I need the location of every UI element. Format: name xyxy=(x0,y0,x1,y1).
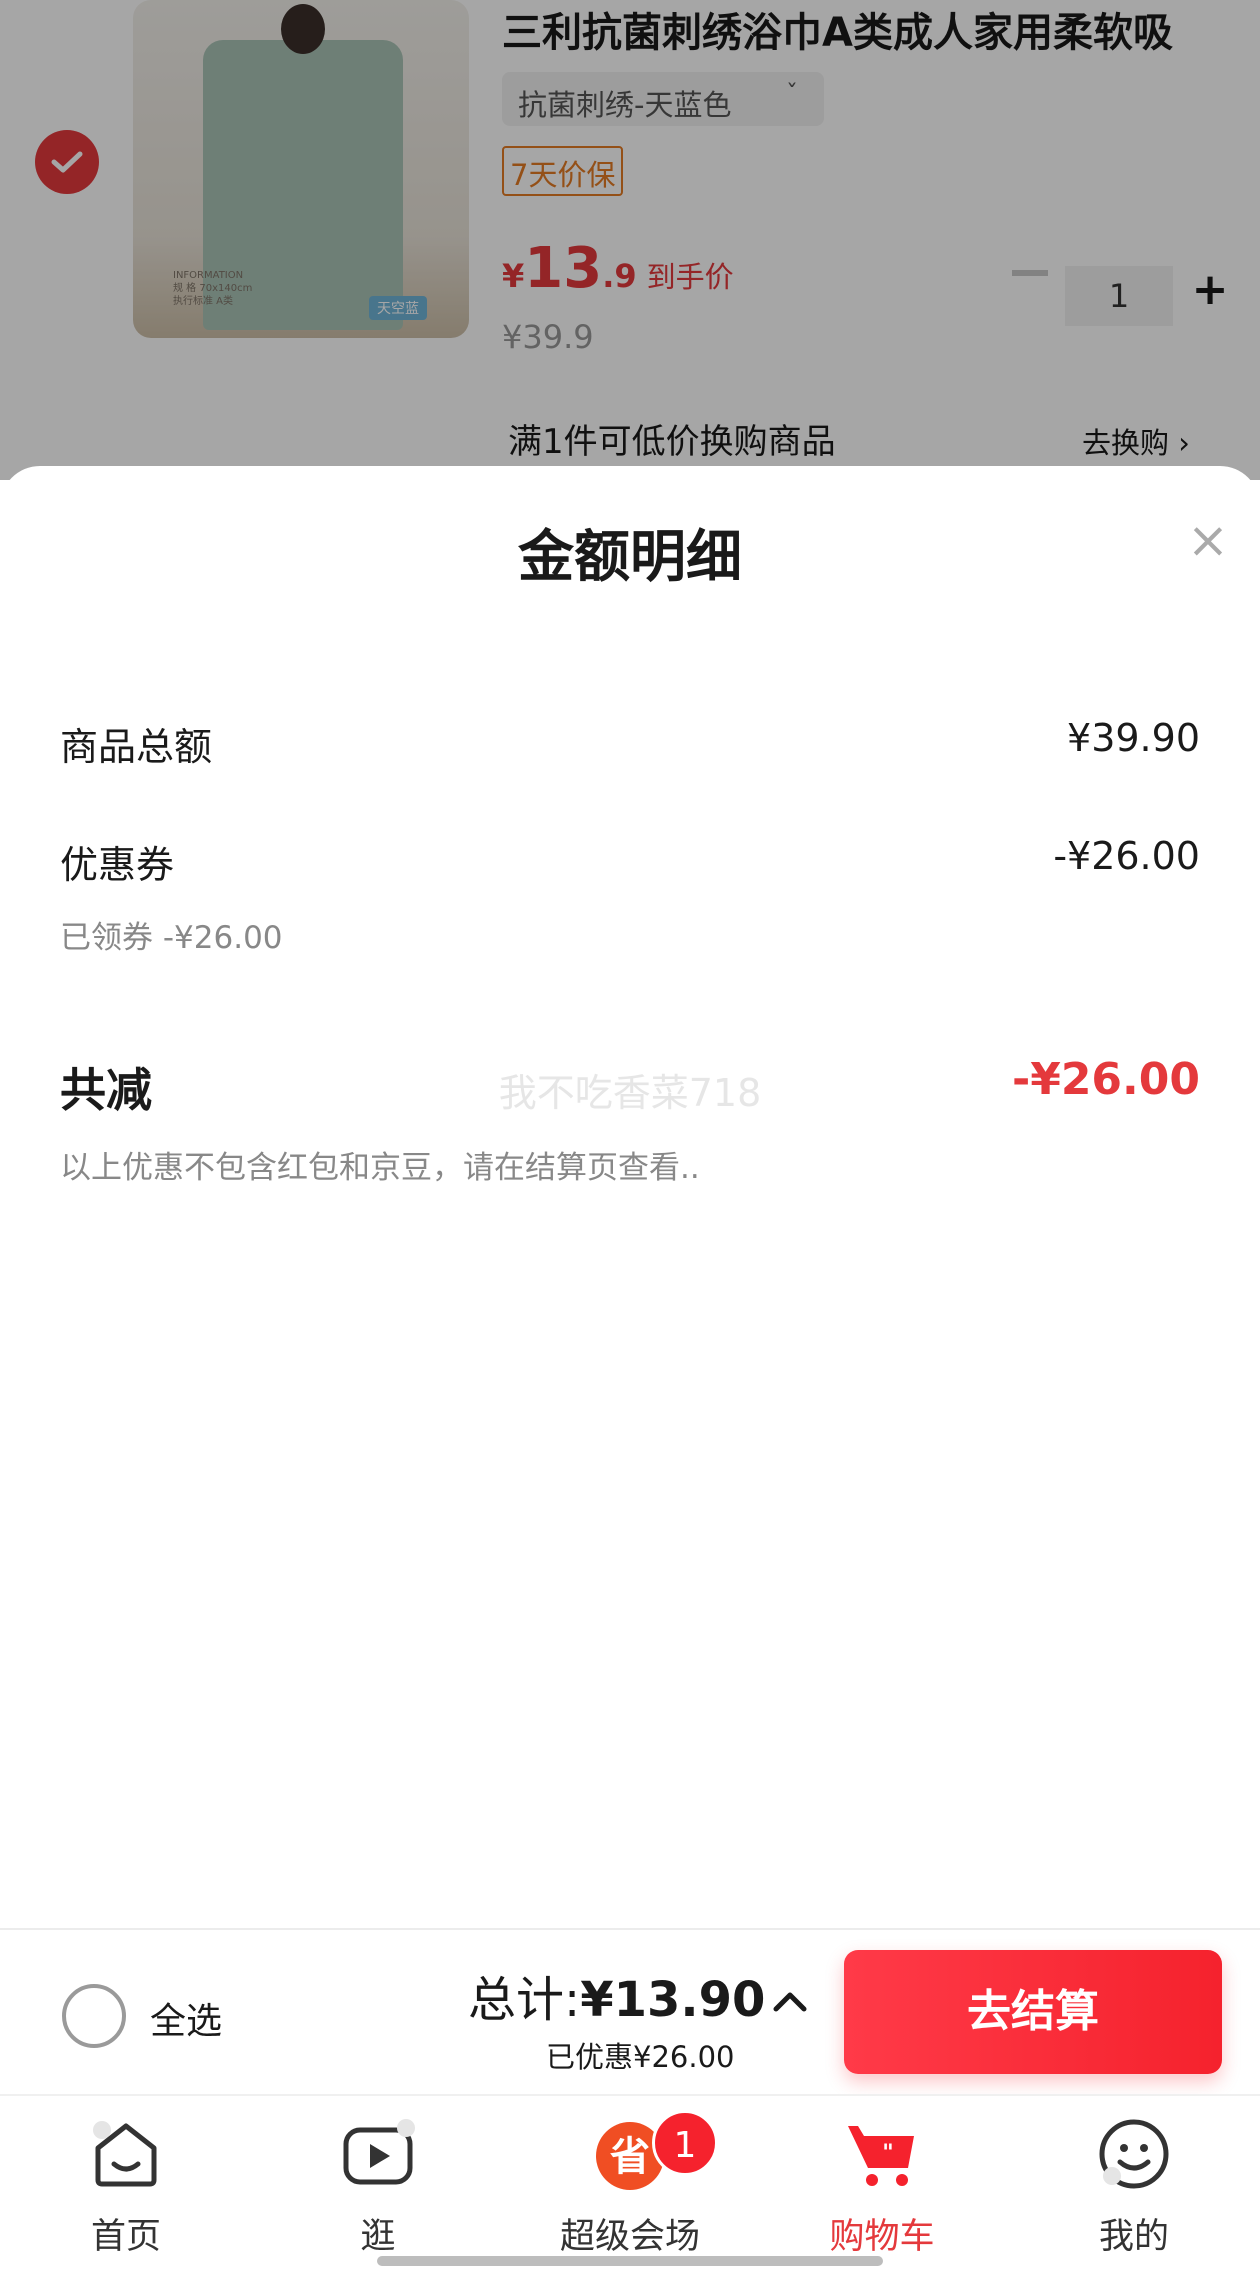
select-all-label[interactable]: 全选 xyxy=(150,1992,222,2044)
coupon-note: 已领券 -¥26.00 xyxy=(60,920,283,956)
cart-icon: " xyxy=(848,2126,914,2186)
chevron-up-icon[interactable] xyxy=(770,1980,810,2020)
tab-super-venue[interactable]: 省 1 超级会场 xyxy=(504,2096,756,2270)
tab-home[interactable]: 首页 xyxy=(0,2096,252,2270)
svg-text:": " xyxy=(882,2141,893,2166)
checkout-bar: 全选 总计:¥13.90 已优惠¥26.00 去结算 xyxy=(0,1928,1260,2094)
tab-label: 逛 xyxy=(360,2217,396,2257)
tab-label: 我的 xyxy=(1098,2217,1169,2257)
sheet-title: 金额明细 xyxy=(518,525,742,590)
saved-amount: 已优惠¥26.00 xyxy=(546,2040,735,2074)
amount-detail-sheet: 金额明细 × 商品总额 ¥39.90 优惠券 -¥26.00 已领券 -¥26.… xyxy=(0,466,1260,1928)
home-indicator[interactable] xyxy=(377,2256,883,2266)
home-icon xyxy=(93,2121,157,2187)
tab-label: 首页 xyxy=(90,2217,161,2257)
discount-disclaimer: 以上优惠不包含红包和京豆，请在结算页查看.. xyxy=(60,1150,700,1186)
checkout-button[interactable]: 去结算 xyxy=(844,1950,1222,2074)
svg-text:省: 省 xyxy=(610,2134,650,2180)
select-all-radio[interactable] xyxy=(62,1984,126,2048)
play-icon xyxy=(343,2119,415,2185)
smile-icon xyxy=(1099,2119,1169,2189)
bottom-tab-bar: 首页 逛 省 1 超级会场 " 购物车 我的 xyxy=(0,2094,1260,2270)
cart-item: INFORMATION 规 格 70x140cm 执行标准 A类 天空蓝 三利抗… xyxy=(0,0,1260,480)
notification-badge: 1 xyxy=(652,2110,718,2176)
close-icon[interactable]: × xyxy=(1186,515,1230,565)
tab-cart[interactable]: " 购物车 xyxy=(756,2096,1008,2270)
tab-browse[interactable]: 逛 xyxy=(252,2096,504,2270)
tab-label: 超级会场 xyxy=(559,2217,700,2257)
modal-overlay[interactable] xyxy=(0,0,1260,480)
tab-label: 购物车 xyxy=(829,2217,935,2257)
goods-total-label: 商品总额 xyxy=(60,725,213,769)
total-discount-label: 共减 xyxy=(60,1063,152,1117)
tab-mine[interactable]: 我的 xyxy=(1008,2096,1260,2270)
total-discount-value: -¥26.00 xyxy=(1011,1054,1200,1105)
goods-total-value: ¥39.90 xyxy=(1067,716,1200,760)
coupon-value: -¥26.00 xyxy=(1053,834,1200,878)
total-price: 总计:¥13.90 xyxy=(468,1972,766,2028)
coupon-label: 优惠券 xyxy=(60,843,175,887)
